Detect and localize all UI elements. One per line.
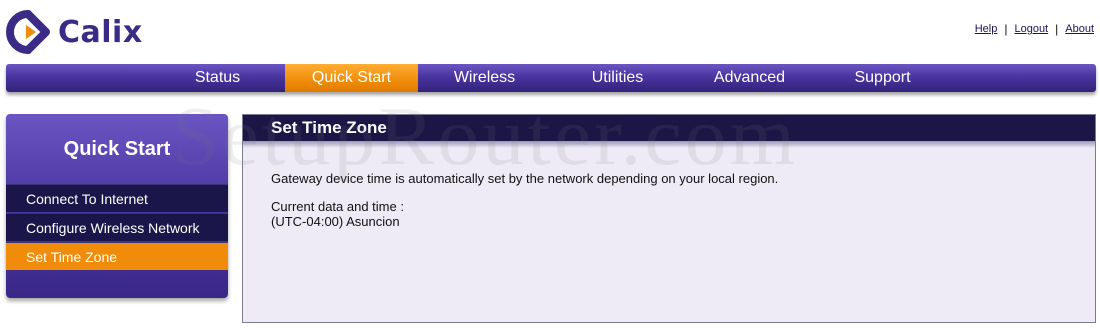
nav-tab-quick-start[interactable]: Quick Start xyxy=(285,64,418,92)
nav-tab-advanced[interactable]: Advanced xyxy=(683,64,816,92)
content-panel: Set Time Zone Gateway device time is aut… xyxy=(242,114,1096,323)
current-time-label: Current data and time : xyxy=(271,199,404,214)
sidebar: Quick Start Connect To Internet Configur… xyxy=(6,114,228,298)
main-navbar: Status Quick Start Wireless Utilities Ad… xyxy=(6,64,1096,92)
content-body: Gateway device time is automatically set… xyxy=(271,171,778,229)
link-separator: | xyxy=(1004,22,1008,36)
content-title: Set Time Zone xyxy=(243,115,1095,141)
nav-tab-support[interactable]: Support xyxy=(816,64,949,92)
nav-tab-status[interactable]: Status xyxy=(151,64,284,92)
link-separator: | xyxy=(1055,22,1059,36)
sidebar-title: Quick Start xyxy=(63,138,171,160)
about-link[interactable]: About xyxy=(1065,23,1094,35)
help-link[interactable]: Help xyxy=(975,23,998,35)
brand-name: Calix xyxy=(58,14,143,50)
sidebar-item-set-time-zone[interactable]: Set Time Zone xyxy=(6,242,228,270)
sidebar-item-configure-wireless[interactable]: Configure Wireless Network xyxy=(6,213,228,241)
calix-logo-icon xyxy=(6,10,50,54)
calix-logo: Calix xyxy=(6,10,143,54)
logout-link[interactable]: Logout xyxy=(1014,23,1048,35)
current-time-value: (UTC-04:00) Asuncion xyxy=(271,214,400,229)
header-shadow xyxy=(243,141,1095,148)
sidebar-item-connect-to-internet[interactable]: Connect To Internet xyxy=(6,184,228,212)
top-links: Help | Logout | About xyxy=(975,22,1094,36)
nav-tab-utilities[interactable]: Utilities xyxy=(551,64,684,92)
nav-tab-wireless[interactable]: Wireless xyxy=(418,64,551,92)
time-description: Gateway device time is automatically set… xyxy=(271,171,779,186)
